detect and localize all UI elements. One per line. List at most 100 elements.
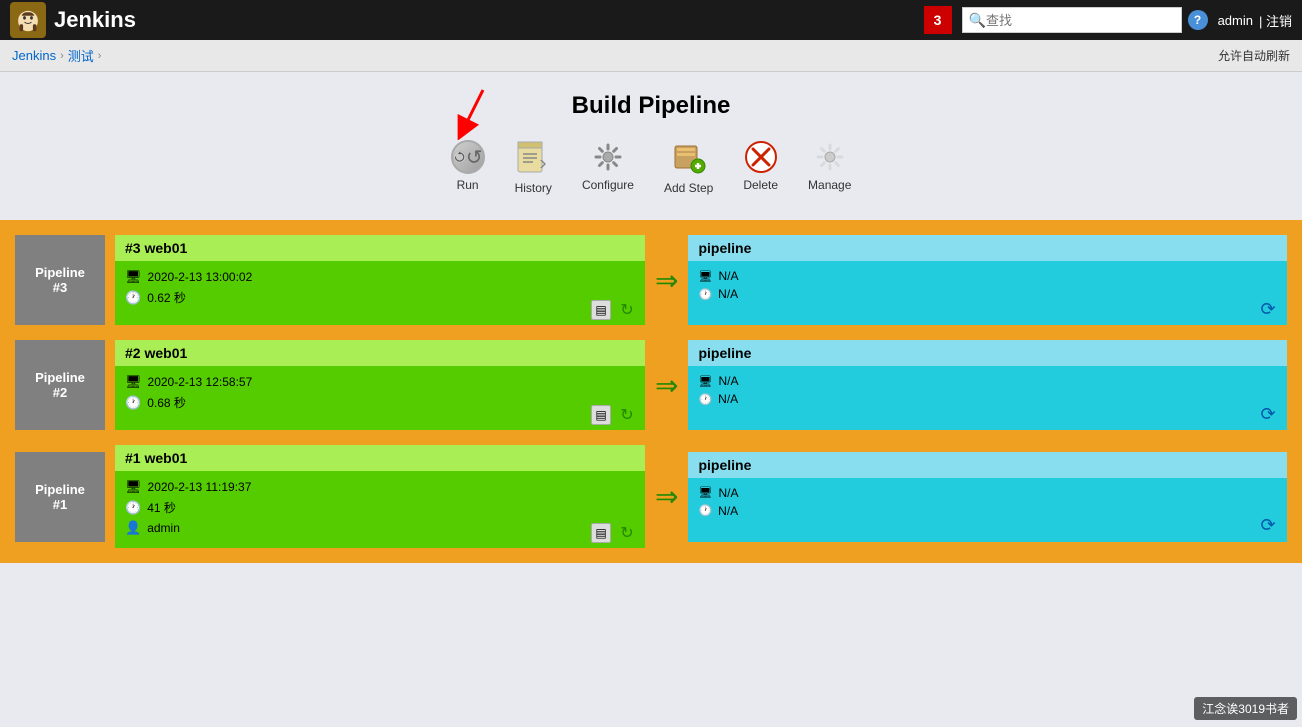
build-card-2: #2 web01 🖥 2020-2-13 12:58:57 🕐 0.68 秒 ▤… (115, 340, 645, 430)
pipeline-card-body-1: 🖥 N/A 🕐 N/A (688, 261, 1287, 313)
na-text-1b: N/A (718, 287, 738, 301)
main-content: Build Pipeline (0, 72, 1302, 727)
pipeline-card-1: pipeline 🖥 N/A 🕐 N/A ⟳ (688, 235, 1287, 325)
build-card-body-3: 🖥 2020-2-13 11:19:37 🕐 41 秒 👤 admin (115, 471, 645, 548)
toolbar-history[interactable]: History (515, 140, 552, 195)
pipeline-card-actions-3: ⟳ (1257, 515, 1279, 537)
pipeline-refresh-btn-3[interactable]: ⟳ (1257, 515, 1279, 537)
pipeline-label-text-1: Pipeline (35, 265, 85, 280)
build-log-btn-3[interactable]: ▤ (591, 523, 611, 543)
build-card-header-1: #3 web01 (115, 235, 645, 261)
build-duration-row-2: 🕐 0.68 秒 (125, 394, 635, 411)
search-input[interactable] (986, 13, 1166, 28)
build-date-row-3: 🖥 2020-2-13 11:19:37 (125, 479, 635, 495)
header-title: Jenkins (54, 7, 136, 33)
pipeline-na-row-3a: 🖥 N/A (698, 486, 1277, 500)
breadcrumb-jenkins[interactable]: Jenkins (12, 48, 56, 63)
toolbar-delete-label: Delete (743, 178, 778, 192)
pipeline-card-header-3: pipeline (688, 452, 1287, 478)
help-icon[interactable]: ? (1188, 10, 1208, 30)
pipeline-number-2: #2 (53, 385, 67, 400)
connector-arrow-1: ⇒ (655, 264, 678, 297)
calendar-icon-1: 🖥 (125, 269, 142, 285)
pipeline-refresh-btn-1[interactable]: ⟳ (1257, 298, 1279, 320)
search-icon: 🔍 (969, 12, 986, 29)
build-duration-1: 0.62 秒 (147, 289, 186, 306)
na-icon-3a: 🖥 (698, 486, 712, 499)
build-duration-3: 41 秒 (147, 499, 176, 516)
na-text-3b: N/A (718, 504, 738, 518)
pipeline-label-2: Pipeline #2 (15, 340, 105, 430)
pipeline-number-1: #3 (53, 280, 67, 295)
build-refresh-btn-2[interactable]: ↻ (617, 405, 637, 425)
user-icon-3: 👤 (125, 520, 141, 536)
pipeline-number-3: #1 (53, 497, 67, 512)
notification-badge[interactable]: 3 (924, 6, 952, 34)
pipeline-card-actions-1: ⟳ (1257, 298, 1279, 320)
build-card-body-1: 🖥 2020-2-13 13:00:02 🕐 0.62 秒 (115, 261, 645, 318)
build-date-1: 2020-2-13 13:00:02 (148, 270, 253, 284)
header: Jenkins 3 🔍 ? admin | 注销 (0, 0, 1302, 40)
na-text-1a: N/A (718, 269, 738, 283)
toolbar-addstep-label: Add Step (664, 181, 713, 195)
toolbar-manage-label: Manage (808, 178, 851, 192)
calendar-icon-3: 🖥 (125, 479, 142, 495)
pipeline-card-header-2: pipeline (688, 340, 1287, 366)
toolbar-add-step[interactable]: Add Step (664, 140, 713, 195)
manage-icon (813, 140, 847, 174)
toolbar-delete[interactable]: Delete (743, 140, 778, 195)
build-duration-row-1: 🕐 0.62 秒 (125, 289, 635, 306)
build-card-header-3: #1 web01 (115, 445, 645, 471)
build-date-row-1: 🖥 2020-2-13 13:00:02 (125, 269, 635, 285)
build-log-btn-1[interactable]: ▤ (591, 300, 611, 320)
clock-icon-3: 🕐 (125, 500, 141, 516)
build-log-btn-2[interactable]: ▤ (591, 405, 611, 425)
breadcrumb-arrow-1: › (60, 50, 64, 62)
pipeline-row-1: Pipeline #3 #3 web01 🖥 2020-2-13 13:00:0… (15, 235, 1287, 325)
build-duration-row-3: 🕐 41 秒 (125, 499, 635, 516)
pipeline-label-1: Pipeline #3 (15, 235, 105, 325)
auto-refresh-link[interactable]: 允许自动刷新 (1218, 47, 1290, 64)
na-icon-3b: 🕐 (698, 504, 712, 517)
pipeline-refresh-btn-2[interactable]: ⟳ (1257, 403, 1279, 425)
build-card-actions-2: ▤ ↻ (591, 405, 637, 425)
na-text-2a: N/A (718, 374, 738, 388)
pipeline-label-text-3: Pipeline (35, 482, 85, 497)
toolbar-run[interactable]: Run (451, 140, 485, 195)
build-date-row-2: 🖥 2020-2-13 12:58:57 (125, 374, 635, 390)
connector-arrow-2: ⇒ (655, 369, 678, 402)
pipeline-label-3: Pipeline #1 (15, 452, 105, 542)
build-date-2: 2020-2-13 12:58:57 (148, 375, 253, 389)
build-card-1: #3 web01 🖥 2020-2-13 13:00:02 🕐 0.62 秒 ▤… (115, 235, 645, 325)
build-user-row-3: 👤 admin (125, 520, 635, 536)
pipeline-card-2: pipeline 🖥 N/A 🕐 N/A ⟳ (688, 340, 1287, 430)
configure-icon (591, 140, 625, 174)
pipeline-card-body-3: 🖥 N/A 🕐 N/A (688, 478, 1287, 530)
history-icon (516, 140, 550, 177)
watermark: 江念诶3019书者 (1194, 697, 1297, 720)
toolbar-manage[interactable]: Manage (808, 140, 851, 195)
pipeline-na-row-2b: 🕐 N/A (698, 392, 1277, 406)
breadcrumb-test[interactable]: 测试 (68, 46, 94, 65)
delete-icon (744, 140, 778, 174)
pipeline-card-header-1: pipeline (688, 235, 1287, 261)
toolbar-run-label: Run (457, 178, 479, 192)
build-refresh-btn-1[interactable]: ↻ (617, 300, 637, 320)
pipeline-row-2: Pipeline #2 #2 web01 🖥 2020-2-13 12:58:5… (15, 340, 1287, 430)
build-date-3: 2020-2-13 11:19:37 (148, 480, 252, 494)
pipeline-card-3: pipeline 🖥 N/A 🕐 N/A ⟳ (688, 452, 1287, 542)
pipeline-na-row-2a: 🖥 N/A (698, 374, 1277, 388)
pipeline-na-row-1b: 🕐 N/A (698, 287, 1277, 301)
build-card-body-2: 🖥 2020-2-13 12:58:57 🕐 0.68 秒 (115, 366, 645, 423)
na-icon-1a: 🖥 (698, 270, 712, 283)
na-icon-1b: 🕐 (698, 288, 712, 301)
calendar-icon-2: 🖥 (125, 374, 142, 390)
header-user: admin (1218, 13, 1253, 28)
run-icon (451, 140, 485, 174)
red-arrow-indicator (438, 85, 498, 140)
breadcrumb: Jenkins › 测试 › 允许自动刷新 (0, 40, 1302, 72)
logout-button[interactable]: | 注销 (1259, 11, 1292, 30)
toolbar-configure[interactable]: Configure (582, 140, 634, 195)
connector-arrow-3: ⇒ (655, 480, 678, 513)
build-refresh-btn-3[interactable]: ↻ (617, 523, 637, 543)
